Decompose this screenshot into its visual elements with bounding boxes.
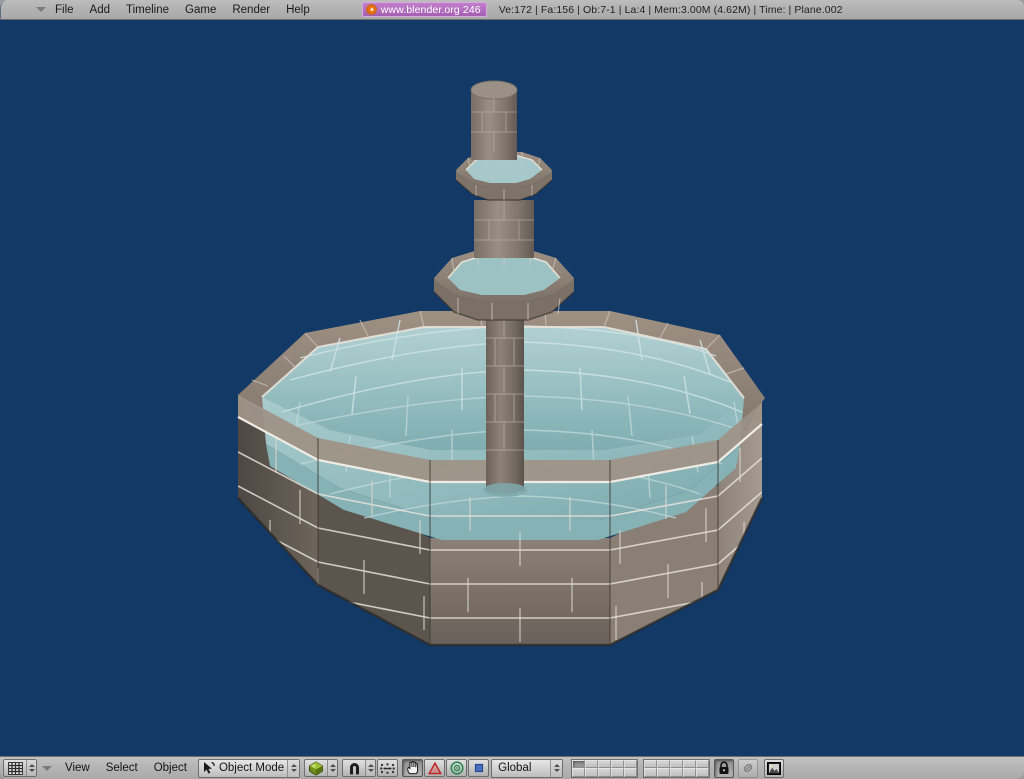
header-collapse-button[interactable] (37, 765, 57, 771)
layer-column[interactable] (585, 759, 599, 777)
manipulator-group (402, 759, 490, 777)
3d-viewport[interactable] (0, 20, 1024, 756)
transform-orientation-label: Global (498, 762, 532, 774)
blender-window: File Add Timeline Game Render Help www.b… (0, 0, 1024, 779)
menu-help[interactable]: Help (279, 2, 317, 18)
top-header-bar: File Add Timeline Game Render Help www.b… (0, 0, 1024, 20)
viewport-render (0, 20, 1024, 756)
footer-menu-select[interactable]: Select (98, 759, 146, 777)
layer-cell[interactable] (624, 759, 638, 768)
spinner-updown-icon[interactable] (287, 759, 300, 777)
link-chain-icon (741, 761, 755, 775)
spinner-updown-icon[interactable] (550, 759, 563, 777)
layer-cell[interactable] (585, 759, 599, 768)
layer-column[interactable] (683, 759, 697, 777)
lock-closed-icon (718, 761, 730, 775)
manipulator-extra-button[interactable] (468, 759, 490, 777)
layer-column[interactable] (598, 759, 612, 777)
chevron-down-icon (42, 765, 52, 771)
layer-cell[interactable] (644, 759, 658, 768)
snap-group (342, 759, 399, 777)
interaction-mode-label: Object Mode (218, 762, 285, 774)
layer-group-1[interactable] (571, 758, 639, 778)
menu-timeline[interactable]: Timeline (119, 2, 176, 18)
layer-cell[interactable] (670, 759, 684, 768)
render-image-icon (767, 761, 782, 775)
blender-version-badge[interactable]: www.blender.org 246 (361, 2, 487, 17)
proportional-edit-button[interactable] (377, 759, 399, 777)
layer-cell[interactable] (683, 759, 697, 768)
layer-column[interactable] (572, 759, 586, 777)
layer-selector[interactable] (571, 758, 711, 778)
layer-column[interactable] (611, 759, 625, 777)
rotate-triangle-icon (427, 761, 442, 775)
layer-column[interactable] (696, 759, 710, 777)
menu-file[interactable]: File (48, 2, 81, 18)
draw-type-button[interactable] (304, 759, 339, 777)
snap-button[interactable] (342, 759, 377, 777)
scene-statistics: Ve:172 | Fa:156 | Ob:7-1 | La:4 | Mem:3.… (498, 3, 843, 16)
layer-cell[interactable] (657, 768, 671, 777)
editor-type-button[interactable] (3, 759, 37, 777)
viewport-header-bar: View Select Object Object Mode Global (0, 756, 1024, 779)
layer-cell[interactable] (696, 768, 710, 777)
scale-circle-icon (450, 761, 464, 775)
transform-orientation-dropdown[interactable]: Global (491, 758, 564, 778)
lock-layers-button[interactable] (714, 758, 735, 778)
layer-cell[interactable] (624, 768, 638, 777)
layer-cell[interactable] (644, 768, 658, 777)
layer-column[interactable] (644, 759, 658, 777)
menu-render[interactable]: Render (225, 2, 277, 18)
layer-cell[interactable] (670, 768, 684, 777)
magnet-icon (343, 760, 365, 776)
layer-cell[interactable] (598, 759, 612, 768)
layer-group-2[interactable] (643, 758, 711, 778)
footer-menu-object[interactable]: Object (146, 759, 195, 777)
layer-cell[interactable] (572, 768, 586, 777)
grid-3dview-icon (4, 760, 26, 776)
textured-shading-sphere-icon (305, 760, 327, 776)
layer-cell[interactable] (696, 759, 710, 768)
blue-square-icon (473, 762, 485, 774)
layer-column[interactable] (670, 759, 684, 777)
menu-game[interactable]: Game (178, 2, 223, 18)
blender-version-label: www.blender.org 246 (380, 3, 481, 16)
layer-cell[interactable] (598, 768, 612, 777)
menu-add[interactable]: Add (83, 2, 117, 18)
layer-cell[interactable] (657, 759, 671, 768)
hand-translate-icon (406, 761, 420, 775)
interaction-mode-dropdown[interactable]: Object Mode (197, 758, 301, 778)
layer-cell[interactable] (585, 768, 599, 777)
spinner-updown-icon[interactable] (26, 760, 36, 776)
layer-column[interactable] (657, 759, 671, 777)
layer-column[interactable] (624, 759, 638, 777)
footer-menu-view[interactable]: View (57, 759, 98, 777)
layer-cell[interactable] (611, 759, 625, 768)
chevron-down-icon (35, 7, 46, 12)
spinner-updown-icon[interactable] (327, 760, 338, 776)
layer-cell[interactable] (683, 768, 697, 777)
proportional-edit-icon (380, 762, 395, 774)
spinner-updown-icon[interactable] (365, 760, 376, 776)
link-layers-button[interactable] (738, 758, 759, 778)
object-mode-cursor-icon (202, 761, 216, 775)
draw-type-group (304, 759, 339, 777)
manipulator-rotate-button[interactable] (424, 759, 446, 777)
manipulator-scale-button[interactable] (446, 759, 468, 777)
render-preview-button[interactable] (764, 758, 785, 778)
editor-type-selector[interactable] (34, 0, 47, 20)
blender-logo-icon (365, 4, 377, 15)
layer-cell[interactable] (611, 768, 625, 777)
layer-cell[interactable] (572, 759, 586, 768)
manipulator-translate-button[interactable] (402, 759, 424, 777)
